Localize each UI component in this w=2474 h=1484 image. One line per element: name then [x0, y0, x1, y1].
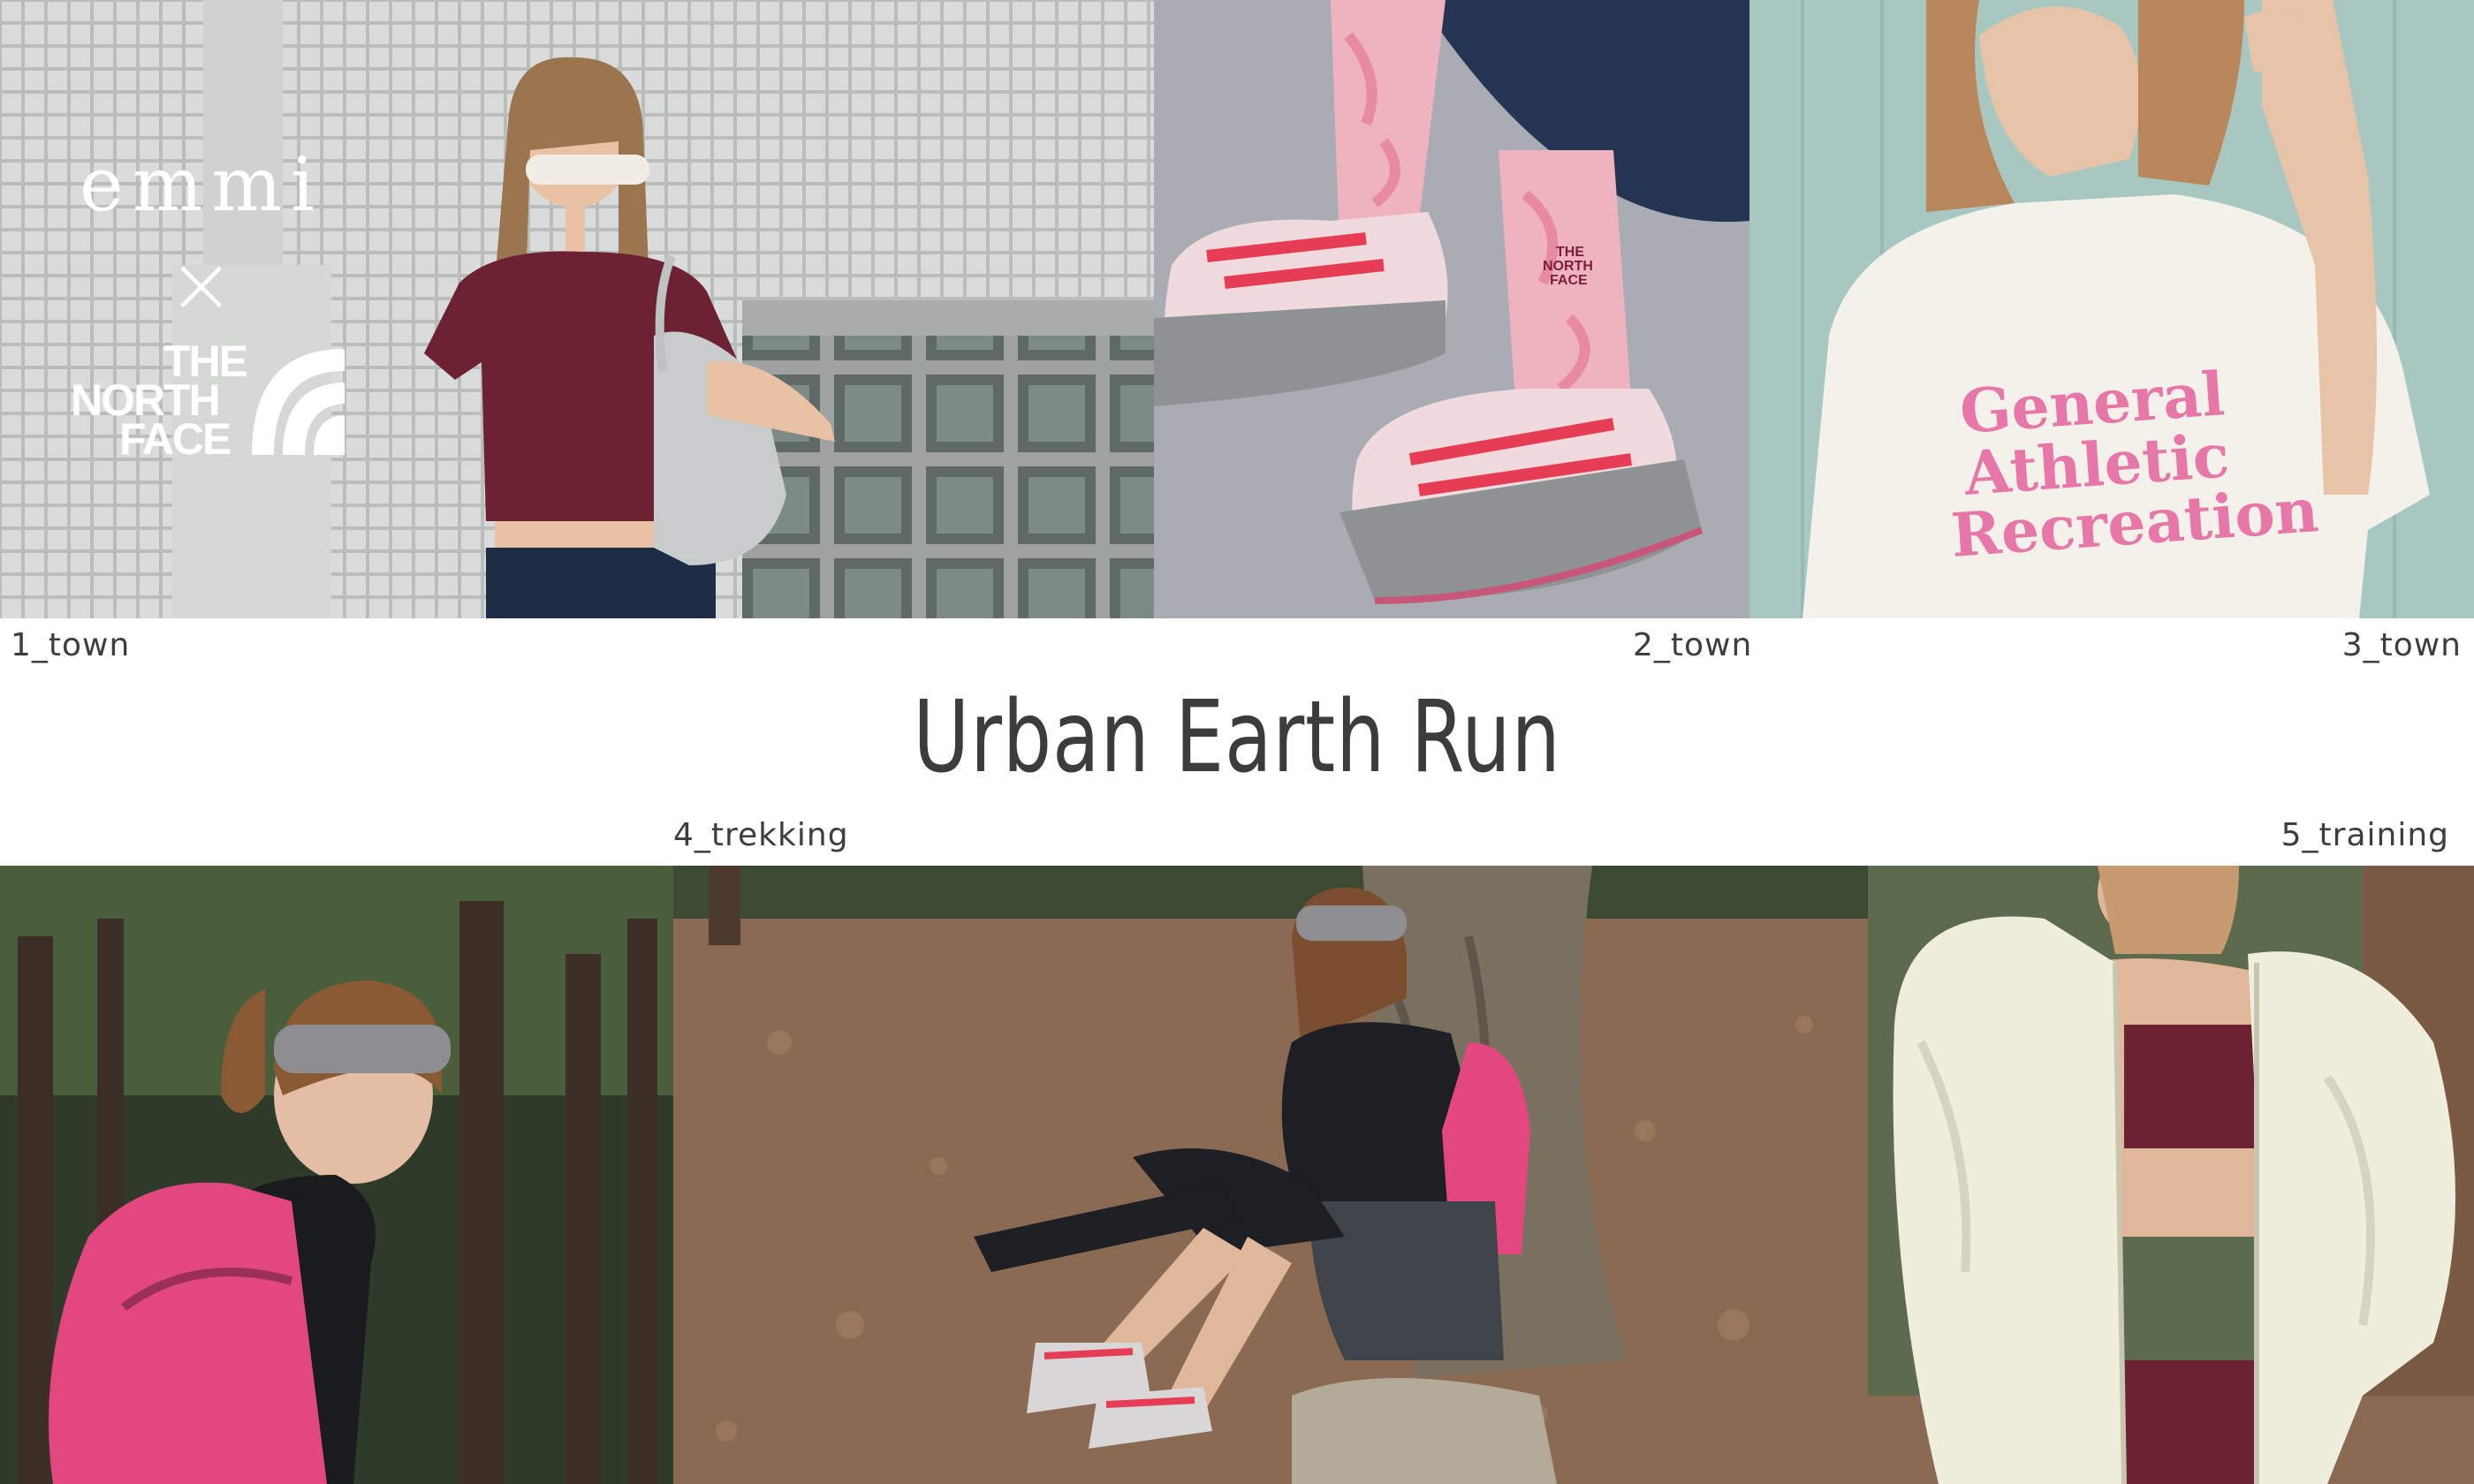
page-title: Urban Earth Run [913, 680, 1561, 795]
photo-trekking-1 [0, 866, 673, 1484]
sock-logo-line-3: FACE [1550, 273, 1588, 288]
collab-cross-symbol: × [168, 238, 235, 331]
photo-trekking-1-illustration [0, 866, 673, 1484]
photo-trekking-2 [673, 866, 1868, 1484]
photo-town-2-illustration: THE NORTH FACE [1154, 0, 1749, 618]
brand-logo: emmi × THE NORTH FACE [62, 141, 353, 477]
sock-logo-line-2: NORTH [1543, 259, 1593, 274]
tnf-logo-line-3: FACE [119, 414, 231, 464]
tnf-halfdome-icon [252, 349, 345, 455]
photo-town-3: General Athletic Recreation [1749, 0, 2474, 618]
the-north-face-logo: THE NORTH FACE [62, 339, 353, 473]
emmi-logo-text: emmi [80, 141, 323, 228]
caption-3: 3_town [2341, 627, 2462, 663]
photo-training-1-illustration [1868, 866, 2474, 1484]
photo-training-1 [1868, 866, 2474, 1484]
caption-5: 5_training [2280, 817, 2449, 853]
sock-logo-line-1: THE [1556, 245, 1584, 260]
caption-2: 2_town [1633, 627, 1753, 663]
caption-4: 4_trekking [673, 817, 849, 853]
photo-town-3-illustration: General Athletic Recreation [1749, 0, 2474, 618]
photo-trekking-2-illustration [673, 866, 1868, 1484]
photo-town-2: THE NORTH FACE [1154, 0, 1749, 618]
caption-1: 1_town [11, 627, 131, 663]
